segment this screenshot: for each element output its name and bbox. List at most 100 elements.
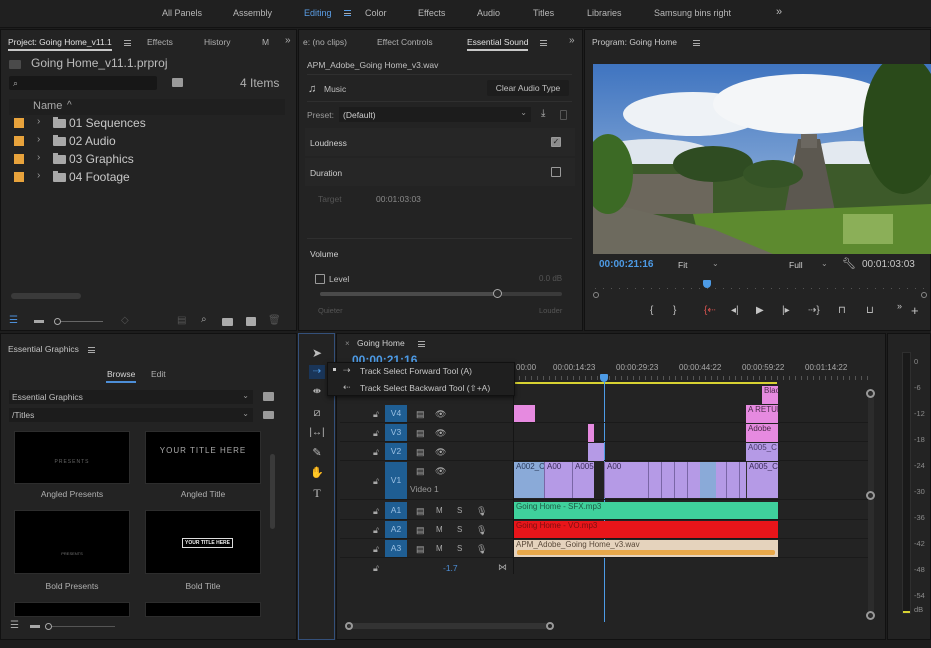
expand-chevron-icon[interactable]: ›: [37, 170, 40, 181]
workspace-menu-icon[interactable]: [344, 10, 351, 16]
slip-tool-icon[interactable]: |↔|: [309, 426, 325, 440]
fit-to-track-icon[interactable]: ⋈: [498, 562, 507, 572]
level-slider[interactable]: [320, 289, 562, 298]
new-bin-icon[interactable]: [222, 318, 233, 326]
panel-menu-icon[interactable]: [693, 40, 700, 46]
sync-lock-icon[interactable]: ▤: [416, 525, 425, 535]
track-target-a3[interactable]: A3: [385, 540, 407, 557]
clip[interactable]: A00: [544, 462, 572, 498]
track-target-v2[interactable]: V2: [385, 443, 407, 460]
expand-chevron-icon[interactable]: ›: [37, 152, 40, 163]
template-thumbnail[interactable]: YOUR TITLE HERE: [145, 510, 261, 574]
level-checkbox[interactable]: [315, 274, 325, 284]
list-view-icon[interactable]: ☰: [10, 621, 19, 631]
bin-row[interactable]: › 02 Audio: [9, 133, 279, 151]
workspace-titles[interactable]: Titles: [533, 8, 554, 18]
type-tool-icon[interactable]: T: [309, 486, 325, 500]
hand-tool-icon[interactable]: ✋: [309, 466, 325, 480]
timeline-horizontal-scrollbar[interactable]: [348, 623, 548, 629]
list-view-icon[interactable]: ☰: [9, 316, 18, 326]
target-duration-value[interactable]: 00:01:03:03: [376, 194, 421, 204]
step-back-button[interactable]: ◂|: [731, 305, 739, 316]
sequence-tab[interactable]: Going Home: [357, 338, 405, 348]
loudness-section[interactable]: Loudness ✓: [305, 128, 575, 156]
sync-lock-icon[interactable]: ▤: [416, 447, 425, 457]
column-header-name[interactable]: Name ^: [9, 99, 285, 115]
eye-icon[interactable]: 👁︎: [435, 428, 446, 438]
clear-audio-type-button[interactable]: Clear Audio Type: [487, 80, 569, 96]
loudness-checkbox[interactable]: ✓: [551, 137, 561, 147]
duration-checkbox[interactable]: [551, 167, 561, 177]
flyout-item[interactable]: Track Select Backward Tool (⇧+A): [360, 383, 490, 394]
sync-lock-icon[interactable]: ▤: [416, 428, 425, 438]
sync-lock-icon[interactable]: ▤: [416, 466, 425, 476]
bin-row[interactable]: › 03 Graphics: [9, 151, 279, 169]
audio-clip[interactable]: Going Home - VO.mp3: [514, 521, 778, 538]
clip[interactable]: Blac: [762, 386, 778, 404]
zoom-slider-handle[interactable]: [45, 623, 52, 630]
label-color-swatch[interactable]: [14, 136, 24, 146]
level-slider-handle[interactable]: [492, 289, 502, 298]
clip[interactable]: [700, 462, 716, 498]
workspace-overflow-button[interactable]: »: [776, 6, 782, 18]
template-thumbnail[interactable]: PRESENTS: [14, 510, 130, 574]
panel-overflow-icon[interactable]: »: [569, 35, 575, 46]
project-search-input[interactable]: ⌕: [9, 76, 157, 90]
tab-markers[interactable]: M: [262, 37, 269, 47]
play-button[interactable]: ▶: [756, 305, 764, 316]
sync-lock-icon[interactable]: ▤: [416, 506, 425, 516]
clip[interactable]: [514, 405, 535, 422]
panel-menu-icon[interactable]: [124, 40, 131, 46]
tab-edit[interactable]: Edit: [151, 369, 166, 379]
timeline-ruler[interactable]: 00:00 00:00:14:23 00:00:29:23 00:00:44:2…: [513, 360, 870, 384]
zoom-slider-handle[interactable]: [54, 318, 61, 325]
icon-view-icon[interactable]: ▬: [30, 621, 40, 631]
lock-icon[interactable]: 🔓︎: [373, 447, 379, 457]
preset-select[interactable]: (Default) ⌄: [339, 107, 531, 122]
mark-in-button[interactable]: {: [650, 305, 653, 316]
scroll-handle[interactable]: [866, 491, 875, 500]
bin-row[interactable]: › 04 Footage: [9, 169, 279, 187]
mark-out-button[interactable]: }: [673, 305, 676, 316]
tab-source[interactable]: e: (no clips): [303, 37, 347, 47]
sync-lock-icon[interactable]: ▤: [416, 409, 425, 419]
trash-icon[interactable]: 🗑: [268, 316, 281, 326]
tab-browse[interactable]: Browse: [107, 369, 135, 379]
automate-to-sequence-icon[interactable]: ▤: [177, 316, 186, 326]
scroll-handle[interactable]: [866, 389, 875, 398]
panel-overflow-icon[interactable]: »: [285, 35, 291, 46]
solo-button[interactable]: S: [457, 506, 462, 516]
clip[interactable]: [588, 424, 594, 442]
track-target-a1[interactable]: A1: [385, 502, 407, 519]
pen-tool-icon[interactable]: ✎: [309, 446, 325, 460]
clip[interactable]: A RETUR: [746, 405, 778, 423]
label-color-swatch[interactable]: [14, 118, 24, 128]
clip[interactable]: Adobe: [746, 424, 778, 442]
label-color-swatch[interactable]: [14, 154, 24, 164]
vertical-scrollbar[interactable]: [270, 454, 275, 529]
timeline-vertical-scrollbar[interactable]: [868, 392, 874, 617]
tab-history[interactable]: History: [204, 37, 230, 47]
lock-icon[interactable]: 🔓︎: [373, 428, 379, 438]
find-icon[interactable]: ⌕: [201, 315, 207, 325]
microphone-icon[interactable]: 🎙︎: [476, 525, 487, 535]
lock-icon[interactable]: 🔓︎: [373, 544, 379, 554]
lock-icon[interactable]: 🔓︎: [373, 409, 379, 419]
workspace-all-panels[interactable]: All Panels: [162, 8, 202, 18]
clip[interactable]: A005_C: [746, 443, 778, 461]
install-template-icon[interactable]: [263, 392, 274, 401]
clip[interactable]: A00: [604, 462, 636, 498]
add-button-icon[interactable]: +: [911, 303, 919, 318]
template-thumbnail[interactable]: [14, 602, 130, 617]
work-area-bar[interactable]: [513, 382, 777, 384]
clip[interactable]: A005_C: [746, 462, 778, 498]
graphics-source-select[interactable]: Essential Graphics ⌄: [9, 390, 253, 404]
clip[interactable]: A005: [572, 462, 594, 498]
workspace-audio[interactable]: Audio: [477, 8, 500, 18]
workspace-samsung-bins-right[interactable]: Samsung bins right: [654, 8, 731, 18]
template-thumbnail[interactable]: [145, 602, 261, 617]
track-target-v4[interactable]: V4: [385, 405, 407, 422]
solo-button[interactable]: S: [457, 544, 462, 554]
template-thumbnail[interactable]: PRESENTS: [14, 431, 130, 484]
audio-clip[interactable]: APM_Adobe_Going Home_v3.wav: [514, 540, 778, 557]
